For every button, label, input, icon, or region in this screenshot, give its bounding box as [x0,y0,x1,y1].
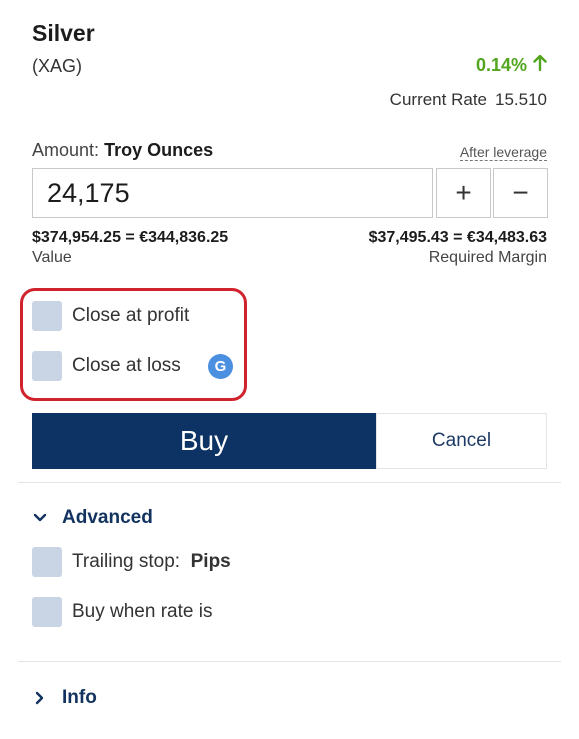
buy-when-rate-checkbox[interactable] [32,597,62,627]
increment-button[interactable]: + [436,168,491,218]
trailing-stop-label[interactable]: Trailing stop: Pips [72,551,231,573]
value-amount: $374,954.25 = €344,836.25 [32,229,229,246]
current-rate: Current Rate 15.510 [390,90,547,110]
value-label: Value [32,249,72,266]
advanced-toggle[interactable]: Advanced [32,507,153,529]
instrument-symbol: (XAG) [32,56,83,76]
amount-input[interactable]: 24,175 [32,168,433,218]
trailing-stop-checkbox[interactable] [32,547,62,577]
close-at-loss-checkbox[interactable] [32,351,62,381]
divider [18,482,561,483]
info-title: Info [62,687,97,708]
buy-when-rate-label[interactable]: Buy when rate is [72,601,212,623]
advanced-title: Advanced [62,507,153,528]
trailing-stop-unit: Pips [190,551,231,572]
decrement-button[interactable]: − [493,168,548,218]
divider [18,661,561,662]
instrument-name: Silver [32,20,95,46]
margin-label: Required Margin [428,249,547,266]
current-rate-label: Current Rate [389,90,487,109]
after-leverage-link[interactable]: After leverage [459,144,547,161]
close-at-loss-label[interactable]: Close at loss [72,355,181,377]
amount-label: Amount: Troy Ounces [32,140,213,161]
buy-button[interactable]: Buy [32,413,376,469]
current-rate-value: 15.510 [495,90,547,109]
trailing-stop-text: Trailing stop: [72,551,181,572]
info-toggle[interactable]: Info [32,687,97,709]
close-at-profit-checkbox[interactable] [32,301,62,331]
rate-change: 0.14% [475,54,547,76]
chevron-right-icon [32,690,48,706]
amount-label-text: Amount: [32,140,100,160]
chevron-down-icon [32,510,48,526]
close-at-profit-label[interactable]: Close at profit [72,305,189,327]
amount-unit: Troy Ounces [104,140,214,160]
rate-change-value: 0.14% [475,55,527,75]
guaranteed-badge-icon: G [208,354,233,379]
margin-amount: $37,495.43 = €34,483.63 [368,229,547,246]
arrow-up-icon [533,54,547,76]
cancel-button[interactable]: Cancel [376,413,547,469]
